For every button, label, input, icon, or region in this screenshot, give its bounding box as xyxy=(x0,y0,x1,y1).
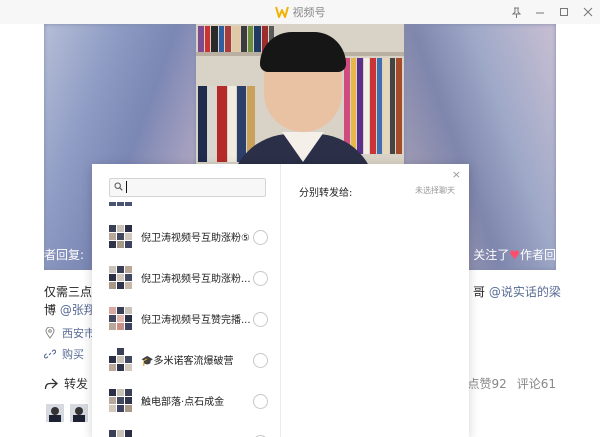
chat-item[interactable]: 倪卫涛视频号互赞完播... xyxy=(92,300,280,340)
video-caption-left: 者回复: xyxy=(44,248,85,262)
post-stats: 点赞92 评论61 xyxy=(467,375,556,392)
group-avatar xyxy=(109,225,132,248)
search-input[interactable] xyxy=(109,178,266,197)
select-radio[interactable] xyxy=(253,271,268,286)
chat-item[interactable]: 倪卫涛视频号互助涨粉⑤ xyxy=(92,218,280,258)
group-avatar xyxy=(109,307,132,330)
chat-name: 倪卫涛视频号互赞完播... xyxy=(141,315,251,326)
selected-title: 分别转发给: xyxy=(299,188,353,199)
select-radio[interactable] xyxy=(253,312,268,327)
pin-icon[interactable] xyxy=(510,6,522,18)
avatar[interactable] xyxy=(70,404,88,422)
avatar[interactable] xyxy=(46,404,64,422)
maximize-icon[interactable] xyxy=(558,6,570,18)
selected-hint: 未选择聊天 xyxy=(415,186,455,195)
bookshelf-right xyxy=(344,58,402,154)
chat-list-pane: 倪卫涛视频号互助涨粉⑤ 倪卫涛视频号互助涨粉... 倪卫涛视频号互赞完播... xyxy=(92,164,281,437)
chat-name: 🎓多米诺客流爆破营 xyxy=(141,356,234,367)
shop-link[interactable]: 购买 xyxy=(44,346,84,362)
bookshelf-middle xyxy=(198,86,255,162)
select-radio[interactable] xyxy=(253,394,268,409)
chat-item[interactable]: 🎓多米诺客流爆破营 xyxy=(92,341,280,381)
forward-dialog: 倪卫涛视频号互助涨粉⑤ 倪卫涛视频号互助涨粉... 倪卫涛视频号互赞完播... xyxy=(92,164,469,437)
chat-name: 触电部落·点石成金 xyxy=(141,397,225,408)
window-title: 视频号 xyxy=(292,6,326,19)
mention-link[interactable]: @张翔 xyxy=(60,303,96,317)
post-text-right: 哥 @说实话的梁 xyxy=(473,285,561,299)
group-avatar xyxy=(109,430,132,437)
group-avatar xyxy=(109,348,132,371)
link-icon xyxy=(44,349,56,359)
liker-avatars xyxy=(46,404,88,422)
mention-link[interactable]: @说实话的梁 xyxy=(489,285,561,299)
selected-pane: × 分别转发给: 未选择聊天 xyxy=(281,164,469,437)
app-logo-icon xyxy=(274,6,289,18)
chat-item-partial[interactable] xyxy=(92,423,280,437)
title-bar: 视频号 xyxy=(0,0,600,24)
chat-item[interactable]: 倪卫涛视频号互助涨粉... xyxy=(92,259,280,299)
partial-chat-avatar xyxy=(109,202,132,206)
comment-count[interactable]: 评论61 xyxy=(517,375,556,392)
forward-button[interactable]: 转发 xyxy=(44,375,88,392)
text-cursor xyxy=(126,181,127,193)
share-arrow-icon xyxy=(44,378,58,389)
chat-name: 倪卫涛视频号互助涨粉⑤ xyxy=(141,233,250,244)
heart-icon: ♥ xyxy=(509,248,520,262)
location-link[interactable]: 西安市 xyxy=(44,325,95,341)
group-avatar xyxy=(109,389,132,412)
close-icon[interactable] xyxy=(582,6,594,18)
like-count[interactable]: 点赞92 xyxy=(467,375,506,392)
chat-name: 倪卫涛视频号互助涨粉... xyxy=(141,274,251,285)
select-radio[interactable] xyxy=(253,353,268,368)
select-radio[interactable] xyxy=(253,230,268,245)
chat-item[interactable]: 触电部落·点石成金 xyxy=(92,382,280,422)
search-icon xyxy=(114,182,123,191)
group-avatar xyxy=(109,266,132,289)
location-icon xyxy=(45,327,55,339)
video-caption-right: 关注了♥作者回 xyxy=(473,248,556,262)
minimize-icon[interactable] xyxy=(534,6,546,18)
bookshelf-top xyxy=(198,26,274,52)
dialog-close-icon[interactable]: × xyxy=(452,168,461,181)
